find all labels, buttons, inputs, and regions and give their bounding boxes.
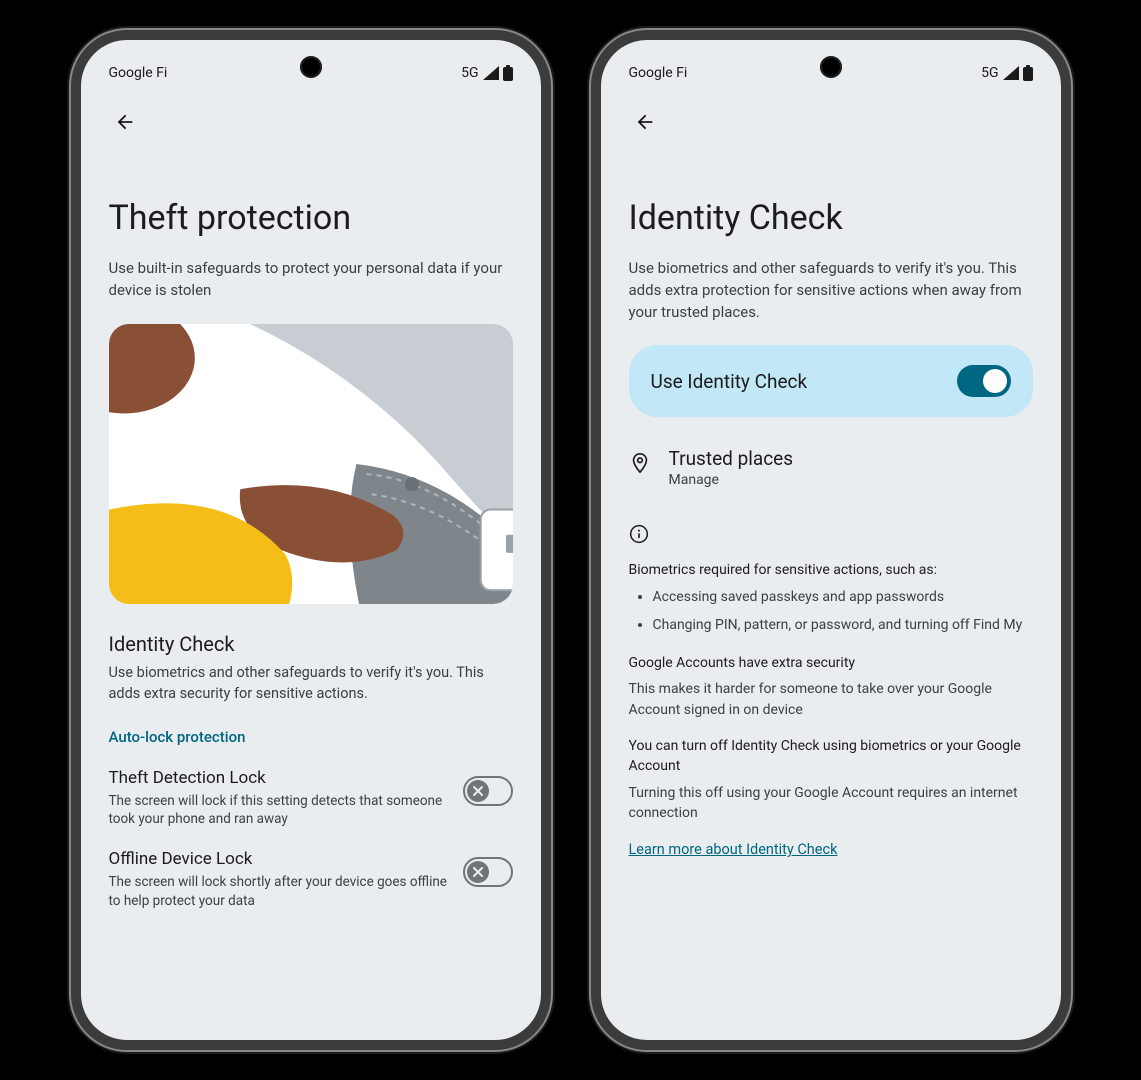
toggle-knob-off-icon	[467, 861, 489, 883]
theft-detection-title: Theft Detection Lock	[109, 768, 449, 788]
auto-lock-category-label: Auto-lock protection	[109, 728, 513, 746]
trusted-places-item[interactable]: Trusted places Manage	[629, 447, 1033, 488]
battery-icon	[1023, 65, 1033, 81]
biometrics-heading: Biometrics required for sensitive action…	[629, 560, 1033, 580]
theft-illustration	[109, 324, 513, 604]
phone-mockup-identity-check: Google Fi 5G Identity Check Use biometri…	[591, 30, 1071, 1050]
biometrics-list: Accessing saved passkeys and app passwor…	[629, 587, 1033, 636]
battery-icon	[503, 65, 513, 81]
turnoff-body: Turning this off using your Google Accou…	[629, 783, 1033, 824]
offline-lock-title: Offline Device Lock	[109, 849, 449, 869]
trusted-places-sub: Manage	[669, 472, 794, 488]
use-identity-check-toggle[interactable]	[957, 365, 1011, 397]
back-button[interactable]	[105, 102, 145, 142]
learn-more-link[interactable]: Learn more about Identity Check	[629, 841, 838, 858]
use-identity-check-label: Use Identity Check	[651, 370, 808, 393]
theft-detection-desc: The screen will lock if this setting det…	[109, 792, 449, 830]
offline-lock-toggle[interactable]	[463, 857, 513, 887]
page-subtitle: Use built-in safeguards to protect your …	[109, 258, 513, 302]
accounts-heading: Google Accounts have extra security	[629, 653, 1033, 673]
phone-mockup-theft-protection: Google Fi 5G Theft protection Use built-…	[71, 30, 551, 1050]
identity-check-section[interactable]: Identity Check Use biometrics and other …	[109, 632, 513, 704]
camera-cutout	[300, 56, 322, 78]
carrier-label: Google Fi	[629, 65, 688, 81]
page-subtitle: Use biometrics and other safeguards to v…	[629, 258, 1033, 323]
page-title: Identity Check	[629, 198, 1033, 238]
offline-lock-desc: The screen will lock shortly after your …	[109, 873, 449, 911]
signal-icon	[1003, 66, 1019, 80]
accounts-body: This makes it harder for someone to take…	[629, 679, 1033, 720]
page-title: Theft protection	[109, 198, 513, 238]
theft-detection-lock-row[interactable]: Theft Detection Lock The screen will loc…	[109, 768, 513, 830]
list-item: Changing PIN, pattern, or password, and …	[653, 615, 1033, 635]
info-icon	[629, 524, 1033, 548]
arrow-back-icon	[114, 111, 136, 133]
toggle-knob-off-icon	[467, 780, 489, 802]
list-item: Accessing saved passkeys and app passwor…	[653, 587, 1033, 607]
location-pin-icon	[629, 452, 651, 478]
identity-check-body: Use biometrics and other safeguards to v…	[109, 662, 513, 704]
turnoff-heading: You can turn off Identity Check using bi…	[629, 736, 1033, 777]
identity-check-heading: Identity Check	[109, 632, 513, 656]
signal-icon	[483, 66, 499, 80]
theft-detection-toggle[interactable]	[463, 776, 513, 806]
offline-device-lock-row[interactable]: Offline Device Lock The screen will lock…	[109, 849, 513, 911]
network-label: 5G	[981, 65, 998, 81]
camera-cutout	[820, 56, 842, 78]
back-button[interactable]	[625, 102, 665, 142]
toggle-knob-on	[983, 369, 1007, 393]
network-label: 5G	[461, 65, 478, 81]
trusted-places-title: Trusted places	[669, 447, 794, 470]
use-identity-check-card[interactable]: Use Identity Check	[629, 345, 1033, 417]
carrier-label: Google Fi	[109, 65, 168, 81]
arrow-back-icon	[634, 111, 656, 133]
